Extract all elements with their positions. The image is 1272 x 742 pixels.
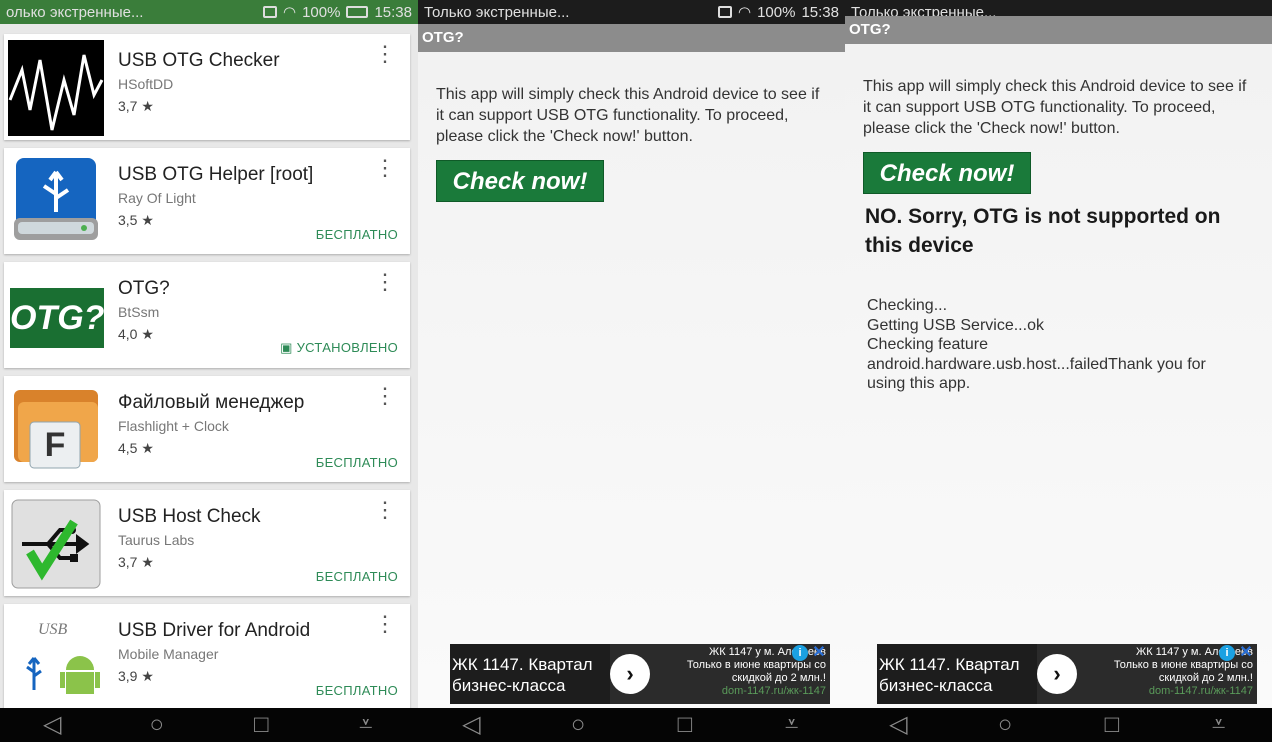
app-rating: 4,0 ★: [118, 326, 154, 342]
close-icon[interactable]: ✕: [810, 644, 828, 662]
back-icon[interactable]: ◁: [32, 708, 72, 742]
nav-bar: ◁ ○ □ ⩡: [418, 708, 845, 742]
app-list-item[interactable]: USB OTG Checker HSoftDD 3,7 ★ ⋮: [4, 34, 410, 140]
price-label: БЕСПЛАТНО: [315, 227, 398, 242]
folder-icon[interactable]: F: [8, 382, 104, 478]
notification-pull-icon[interactable]: ⩡: [772, 708, 812, 742]
price-label: БЕСПЛАТНО: [315, 569, 398, 584]
clock: 15:38: [801, 3, 839, 21]
recents-icon[interactable]: □: [241, 708, 281, 742]
ad-url: dom-1147.ru/жк-1147: [721, 685, 826, 697]
battery-icon: [346, 6, 369, 18]
chevron-right-icon[interactable]: ›: [1037, 654, 1077, 694]
app-list-item[interactable]: USB Host Check Taurus Labs 3,7 ★ ⋮ БЕСПЛАТНО: [4, 490, 410, 596]
app-rating: 3,7 ★: [118, 98, 154, 114]
ad-banner[interactable]: ЖК 1147. Квартал бизнес-класса › ЖК 1147…: [877, 644, 1257, 704]
usb-drive-icon[interactable]: [8, 154, 104, 250]
price-label: БЕСПЛАТНО: [315, 683, 398, 698]
overflow-menu-icon[interactable]: ⋮: [374, 499, 396, 521]
result-message: NO. Sorry, OTG is not supported on this …: [865, 205, 1221, 257]
check-now-button[interactable]: Check now!: [863, 152, 1031, 194]
app-developer: BtSsm: [118, 304, 160, 320]
otg-logo-text: OTG?: [10, 299, 105, 337]
app-developer: Mobile Manager: [118, 646, 219, 662]
svg-text:USB: USB: [38, 621, 68, 638]
usb-check-icon[interactable]: [8, 496, 104, 592]
app-rating: 3,5 ★: [118, 212, 154, 228]
app-list-item[interactable]: USB USB Driver for Android Mobile Manager 3…: [4, 604, 410, 710]
intro-text: This app will simply check this Android …: [863, 78, 1247, 137]
app-title: OTG?: [118, 278, 170, 299]
nav-bar: ◁ ○ □ ⩡: [845, 708, 1272, 742]
overflow-menu-icon[interactable]: ⋮: [374, 385, 396, 407]
back-icon[interactable]: ◁: [878, 708, 918, 742]
app-list-item[interactable]: F Файловый менеджер Flashlight + Clock 4,5 …: [4, 376, 410, 482]
status-bar: Только экстренные... ◠ 100% 15:38: [418, 0, 845, 24]
app-title: USB OTG Helper [root]: [118, 164, 314, 185]
home-icon[interactable]: ○: [985, 708, 1025, 742]
home-icon[interactable]: ○: [558, 708, 598, 742]
ad-headline[interactable]: ЖК 1147. Квартал бизнес-класса: [450, 644, 610, 704]
chevron-right-icon[interactable]: ›: [610, 654, 650, 694]
installed-badge: ▣ УСТАНОВЛЕНО: [280, 340, 398, 355]
ad-side-text: Только в июне квартиры со скидкой до 2 м…: [686, 659, 826, 684]
check-now-button[interactable]: Check now!: [436, 160, 604, 202]
otg-app-panel-result: Только экстренные... OTG? This app will …: [845, 0, 1272, 742]
recents-icon[interactable]: □: [1092, 708, 1132, 742]
overflow-menu-icon[interactable]: ⋮: [374, 271, 396, 293]
info-icon[interactable]: i: [792, 645, 808, 661]
app-title: USB Driver for Android: [118, 620, 311, 641]
overflow-menu-icon[interactable]: ⋮: [374, 43, 396, 65]
app-body: This app will simply check this Android …: [845, 44, 1272, 708]
folder-letter: F: [44, 426, 66, 464]
app-title: USB OTG Checker: [118, 50, 280, 71]
battery-percent: 100%: [757, 3, 796, 21]
usb-android-icon[interactable]: USB: [8, 610, 104, 706]
price-label: БЕСПЛАТНО: [315, 455, 398, 470]
ad-url: dom-1147.ru/жк-1147: [1148, 685, 1253, 697]
app-developer: Taurus Labs: [118, 532, 195, 548]
intro-text: This app will simply check this Android …: [436, 86, 820, 145]
overflow-menu-icon[interactable]: ⋮: [374, 157, 396, 179]
app-developer: Ray Of Light: [118, 190, 196, 206]
status-bar: олько экстренные... ◠ 100% 15:38: [0, 0, 418, 24]
clock: 15:38: [374, 3, 412, 21]
wifi-icon: ◠: [282, 4, 297, 21]
app-body: This app will simply check this Android …: [418, 52, 845, 708]
info-icon[interactable]: i: [1219, 645, 1235, 661]
otg-app-panel-initial: Только экстренные... ◠ 100% 15:38 OTG? T…: [418, 0, 845, 742]
app-title-bar: OTG?: [845, 16, 1272, 44]
home-icon[interactable]: ○: [137, 708, 177, 742]
play-store-list-panel: олько экстренные... ◠ 100% 15:38 USB OTG…: [0, 0, 418, 742]
nfc-icon: [262, 6, 277, 18]
app-list-item[interactable]: USB OTG Helper [root] Ray Of Light 3,5 ★ ⋮ Б…: [4, 148, 410, 254]
notification-pull-icon[interactable]: ⩡: [346, 708, 386, 742]
app-title: USB Host Check: [118, 506, 261, 527]
battery-percent: 100%: [302, 3, 341, 21]
app-developer: Flashlight + Clock: [118, 418, 229, 434]
wifi-icon: ◠: [737, 4, 752, 21]
waveform-icon[interactable]: [8, 40, 104, 136]
app-title: Файловый менеджер: [118, 392, 305, 413]
app-title-bar: OTG?: [418, 24, 845, 52]
ad-side-text: Только в июне квартиры со скидкой до 2 м…: [1113, 659, 1253, 684]
ad-banner[interactable]: ЖК 1147. Квартал бизнес-класса › ЖК 1147…: [450, 644, 830, 704]
app-rating: 4,5 ★: [118, 440, 154, 456]
ad-headline[interactable]: ЖК 1147. Квартал бизнес-класса: [877, 644, 1037, 704]
close-icon[interactable]: ✕: [1237, 644, 1255, 662]
app-developer: HSoftDD: [118, 76, 174, 92]
nav-bar: ◁ ○ □ ⩡: [0, 708, 418, 742]
overflow-menu-icon[interactable]: ⋮: [374, 613, 396, 635]
otg-logo-icon[interactable]: OTG?: [8, 268, 104, 364]
nfc-icon: [717, 6, 732, 18]
app-rating: 3,7 ★: [118, 554, 154, 570]
back-icon[interactable]: ◁: [451, 708, 491, 742]
check-log: Checking... Getting USB Service...ok Che…: [867, 297, 1206, 392]
app-rating: 3,9 ★: [118, 668, 154, 684]
notification-pull-icon[interactable]: ⩡: [1199, 708, 1239, 742]
status-text: олько экстренные...: [6, 3, 144, 21]
status-text: Только экстренные...: [424, 3, 570, 21]
recents-icon[interactable]: □: [665, 708, 705, 742]
app-list-item[interactable]: OTG? OTG? BtSsm 4,0 ★ ⋮ ▣ УСТАНОВЛЕНО: [4, 262, 410, 368]
